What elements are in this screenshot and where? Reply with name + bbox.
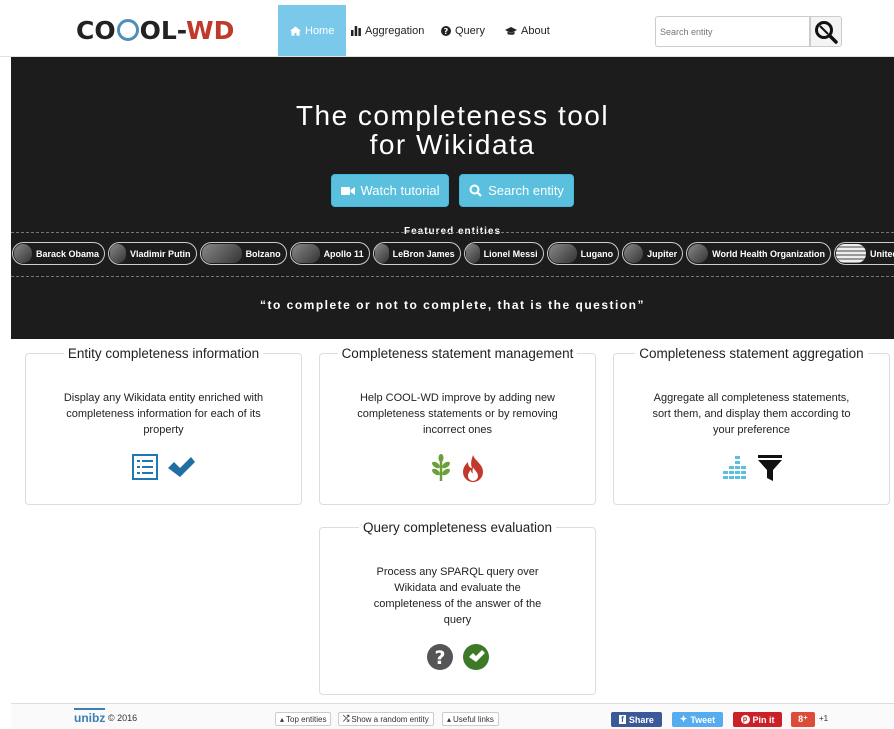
entity-thumbnail bbox=[835, 244, 866, 263]
entity-thumbnail bbox=[14, 244, 32, 263]
search-icon bbox=[815, 20, 838, 44]
entity-thumbnail bbox=[374, 244, 389, 263]
featured-entity-chip[interactable]: Bolzano bbox=[199, 242, 287, 265]
caret-up-icon: ▴ bbox=[447, 714, 452, 724]
card-icons: ? bbox=[320, 643, 595, 671]
caret-up-icon: ▴ bbox=[280, 714, 285, 724]
featured-entity-chip[interactable]: World Health Organization bbox=[686, 242, 831, 265]
nav-about-label: About bbox=[521, 24, 550, 37]
pinterest-icon: p bbox=[740, 715, 750, 724]
divider bbox=[11, 232, 894, 233]
check-circle-icon bbox=[462, 644, 489, 670]
navbar: CO OL-WD Home Aggregation ? Query About bbox=[0, 0, 894, 57]
facebook-icon: f bbox=[619, 715, 626, 724]
hero-quote: “to complete or not to complete, that is… bbox=[259, 298, 645, 312]
shuffle-icon: ⤮ bbox=[343, 714, 350, 723]
card-title: Completeness statement aggregation bbox=[614, 345, 889, 362]
search-button[interactable] bbox=[810, 16, 842, 47]
search-entity-button[interactable]: Search entity bbox=[459, 174, 574, 207]
checkmark-icon bbox=[167, 457, 195, 477]
home-icon bbox=[290, 25, 301, 36]
card-description: Help COOL-WD improve by adding new compl… bbox=[357, 392, 558, 436]
google-plus-count: +1 bbox=[819, 714, 829, 723]
entity-completeness-card[interactable]: Entity completeness information Display … bbox=[25, 346, 302, 505]
facebook-share-button[interactable]: f Share bbox=[611, 712, 662, 727]
logo-wheel-icon bbox=[116, 18, 139, 41]
watch-tutorial-button[interactable]: Watch tutorial bbox=[331, 174, 449, 207]
entity-thumbnail bbox=[110, 244, 127, 263]
featured-entity-chip[interactable]: Lionel Messi bbox=[463, 242, 544, 265]
sprout-icon bbox=[431, 454, 450, 481]
featured-entity-chip[interactable]: Apollo 11 bbox=[289, 242, 370, 265]
featured-entity-chip[interactable]: LeBron James bbox=[372, 242, 461, 265]
nav-query-label: Query bbox=[455, 24, 485, 37]
svg-text:?: ? bbox=[434, 647, 445, 669]
card-icons bbox=[26, 454, 301, 480]
featured-entities-list: Barack Obama Vladimir Putin Bolzano Apol… bbox=[11, 242, 894, 266]
random-entity-button[interactable]: ⤮ Show a random entity bbox=[338, 712, 434, 726]
twitter-tweet-button[interactable]: ✦ Tweet bbox=[672, 712, 723, 727]
card-description: Process any SPARQL query over Wikidata a… bbox=[373, 566, 542, 626]
video-camera-icon bbox=[340, 186, 355, 195]
entity-thumbnail bbox=[624, 244, 644, 263]
nav-about[interactable]: About bbox=[505, 5, 550, 56]
statement-management-card[interactable]: Completeness statement management Help C… bbox=[319, 346, 596, 505]
nav-home[interactable]: Home bbox=[278, 5, 347, 56]
card-title: Query completeness evaluation bbox=[320, 519, 595, 536]
featured-entity-chip[interactable]: Barack Obama bbox=[12, 242, 106, 265]
useful-links-button[interactable]: ▴ Useful links bbox=[442, 712, 499, 726]
entity-thumbnail bbox=[548, 244, 577, 263]
entity-thumbnail bbox=[465, 244, 480, 263]
entity-thumbnail bbox=[201, 244, 242, 263]
unibz-logo[interactable]: unibz bbox=[74, 708, 106, 725]
logo-text: CO OL-WD bbox=[76, 15, 235, 45]
entity-thumbnail bbox=[688, 244, 709, 263]
dotted-bar-chart-icon bbox=[722, 456, 746, 479]
list-icon bbox=[131, 454, 158, 480]
watch-tutorial-label: Watch tutorial bbox=[360, 183, 440, 198]
footer: unibz © 2016 ▴ Top entities ⤮ Show a rando… bbox=[11, 703, 894, 729]
card-icons bbox=[320, 454, 595, 482]
hero-title: The completeness tool for Wikidata bbox=[295, 100, 610, 160]
bar-chart-icon bbox=[351, 25, 361, 36]
nav-home-label: Home bbox=[305, 24, 335, 37]
search-input[interactable] bbox=[655, 16, 810, 47]
fire-icon bbox=[462, 455, 483, 482]
pinterest-pin-button[interactable]: p Pin it bbox=[733, 712, 782, 727]
statement-aggregation-card[interactable]: Completeness statement aggregation Aggre… bbox=[613, 346, 890, 505]
featured-entity-chip[interactable]: United States bbox=[833, 242, 894, 265]
card-description: Display any Wikidata entity enriched wit… bbox=[63, 392, 264, 436]
entity-thumbnail bbox=[291, 244, 320, 263]
featured-entity-chip[interactable]: Jupiter bbox=[622, 242, 684, 265]
copyright: © 2016 bbox=[108, 713, 138, 723]
featured-entity-chip[interactable]: Vladimir Putin bbox=[108, 242, 197, 265]
hero-banner: The completeness tool for Wikidata Watch… bbox=[11, 57, 894, 339]
divider bbox=[11, 276, 894, 277]
svg-text:?: ? bbox=[444, 27, 449, 36]
query-evaluation-card[interactable]: Query completeness evaluation Process an… bbox=[319, 520, 596, 695]
top-entities-button[interactable]: ▴ Top entities bbox=[275, 712, 332, 726]
question-circle-icon: ? bbox=[441, 25, 451, 36]
card-icons bbox=[614, 454, 889, 482]
filter-icon bbox=[757, 455, 782, 481]
featured-entity-chip[interactable]: Lugano bbox=[546, 242, 620, 265]
search-entity-label: Search entity bbox=[488, 183, 564, 198]
twitter-icon: ✦ bbox=[679, 714, 688, 724]
cool-wd-logo[interactable]: CO OL-WD bbox=[76, 14, 234, 46]
google-plus-button[interactable]: 8⁺ bbox=[791, 712, 815, 727]
card-title: Completeness statement management bbox=[320, 345, 595, 362]
nav-aggregation-label: Aggregation bbox=[365, 24, 425, 37]
card-description: Aggregate all completeness statements, s… bbox=[652, 392, 851, 436]
card-title: Entity completeness information bbox=[26, 345, 301, 362]
search-icon bbox=[469, 184, 482, 197]
question-circle-icon: ? bbox=[426, 644, 453, 670]
graduation-cap-icon bbox=[505, 26, 517, 35]
nav-aggregation[interactable]: Aggregation bbox=[351, 5, 424, 56]
nav-query[interactable]: ? Query bbox=[441, 5, 485, 56]
google-plus-icon: 8⁺ bbox=[798, 714, 808, 724]
